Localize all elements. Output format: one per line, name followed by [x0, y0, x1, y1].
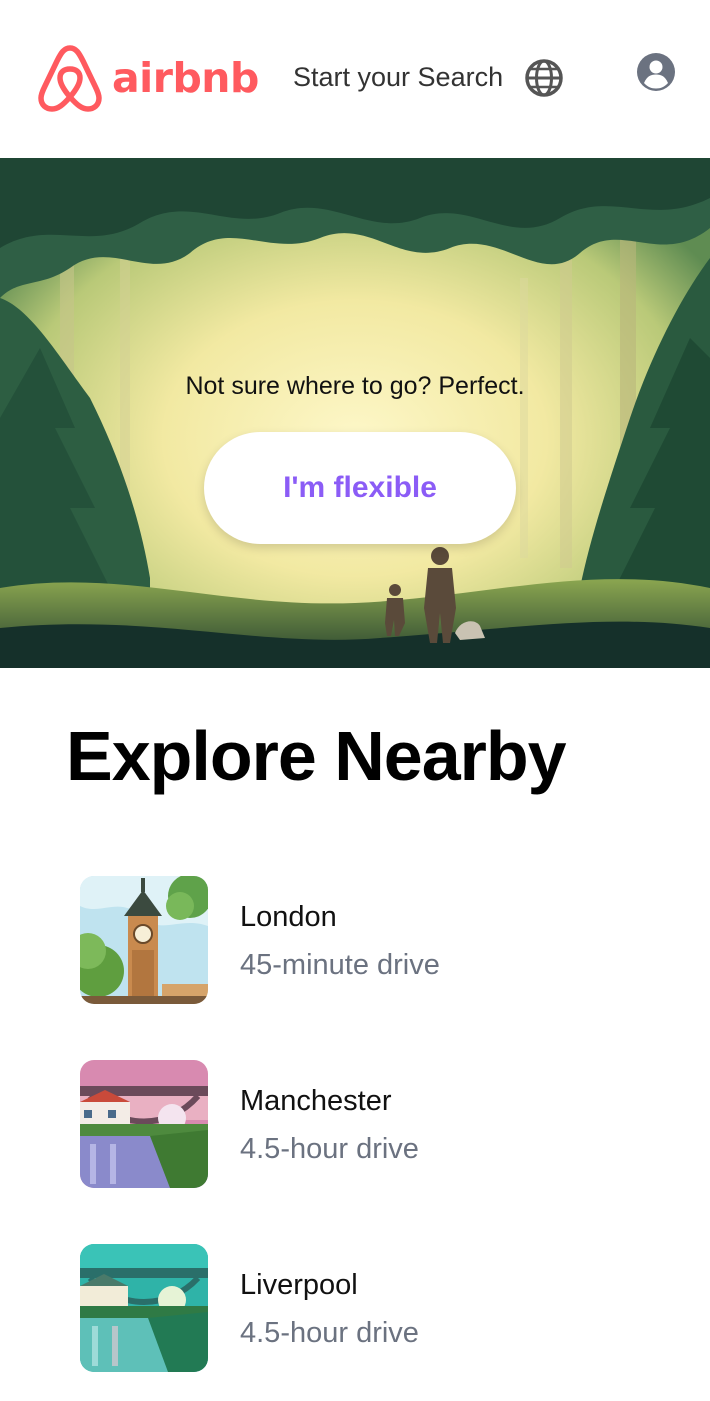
globe-icon[interactable]	[524, 58, 564, 98]
hero-tagline: Not sure where to go? Perfect.	[185, 372, 525, 400]
place-distance: 4.5-hour drive	[240, 1317, 419, 1349]
user-circle-icon[interactable]	[636, 52, 676, 92]
place-distance: 4.5-hour drive	[240, 1133, 419, 1165]
manchester-thumbnail	[80, 1060, 208, 1188]
airbnb-logo-icon	[38, 44, 102, 117]
hero-banner: Not sure where to go? Perfect. I'm flexi…	[0, 158, 710, 668]
im-flexible-button[interactable]: I'm flexible	[204, 432, 516, 544]
top-header: airbnb Start your Search	[0, 0, 710, 158]
place-name: London	[240, 901, 337, 933]
place-name: Liverpool	[240, 1269, 358, 1301]
explore-nearby-heading: Explore Nearby	[66, 717, 567, 795]
place-name: Manchester	[240, 1085, 392, 1117]
brand-logo-link[interactable]: airbnb	[38, 44, 259, 117]
place-card-liverpool[interactable]: Liverpool 4.5-hour drive	[80, 1244, 640, 1372]
place-card-manchester[interactable]: Manchester 4.5-hour drive	[80, 1060, 640, 1188]
london-thumbnail	[80, 876, 208, 1004]
place-card-london[interactable]: London 45-minute drive	[80, 876, 640, 1004]
brand-wordmark: airbnb	[112, 54, 259, 102]
forest-illustration	[0, 158, 710, 668]
liverpool-thumbnail	[80, 1244, 208, 1372]
start-search-link[interactable]: Start your Search	[293, 60, 503, 94]
place-distance: 45-minute drive	[240, 949, 440, 981]
